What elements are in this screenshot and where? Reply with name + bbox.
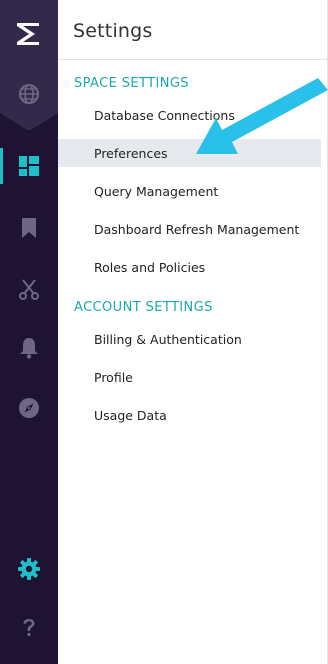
rail-item-discover[interactable] <box>0 388 58 428</box>
nav-item-dashboard-refresh-management[interactable]: Dashboard Refresh Management <box>58 215 321 243</box>
rail-item-notifications[interactable] <box>0 328 58 368</box>
bell-icon <box>20 338 38 359</box>
title-divider <box>58 59 328 60</box>
nav-item-query-management[interactable]: Query Management <box>58 177 321 205</box>
page-title: Settings <box>73 20 153 42</box>
nav-item-database-connections[interactable]: Database Connections <box>58 101 321 129</box>
icon-rail <box>0 0 62 664</box>
nav-item-profile[interactable]: Profile <box>58 363 321 391</box>
nav-item-preferences[interactable]: Preferences <box>58 139 321 167</box>
gear-icon <box>18 558 40 580</box>
logo-block-notch <box>0 113 58 131</box>
rail-item-globe[interactable] <box>0 74 58 114</box>
question-icon <box>23 619 35 636</box>
rail-item-bookmarks[interactable] <box>0 208 58 248</box>
rail-item-help[interactable] <box>0 608 58 648</box>
bookmark-icon <box>22 218 36 238</box>
nav-item-billing-authentication[interactable]: Billing & Authentication <box>58 325 321 353</box>
settings-panel: Settings SPACE SETTINGS Database Connect… <box>58 0 328 664</box>
periscope-logo-icon[interactable] <box>13 20 43 50</box>
dashboard-grid-icon <box>19 156 39 176</box>
nav-item-usage-data[interactable]: Usage Data <box>58 401 321 429</box>
nav-item-roles-and-policies[interactable]: Roles and Policies <box>58 253 321 281</box>
compass-icon <box>19 398 39 418</box>
globe-icon <box>19 84 39 104</box>
rail-item-dashboards[interactable] <box>0 146 58 186</box>
section-heading-account-settings: ACCOUNT SETTINGS <box>74 300 213 315</box>
rail-item-scissors[interactable] <box>0 269 58 309</box>
rail-item-settings[interactable] <box>0 549 58 589</box>
scissors-icon <box>19 279 39 300</box>
section-heading-space-settings: SPACE SETTINGS <box>74 76 189 91</box>
